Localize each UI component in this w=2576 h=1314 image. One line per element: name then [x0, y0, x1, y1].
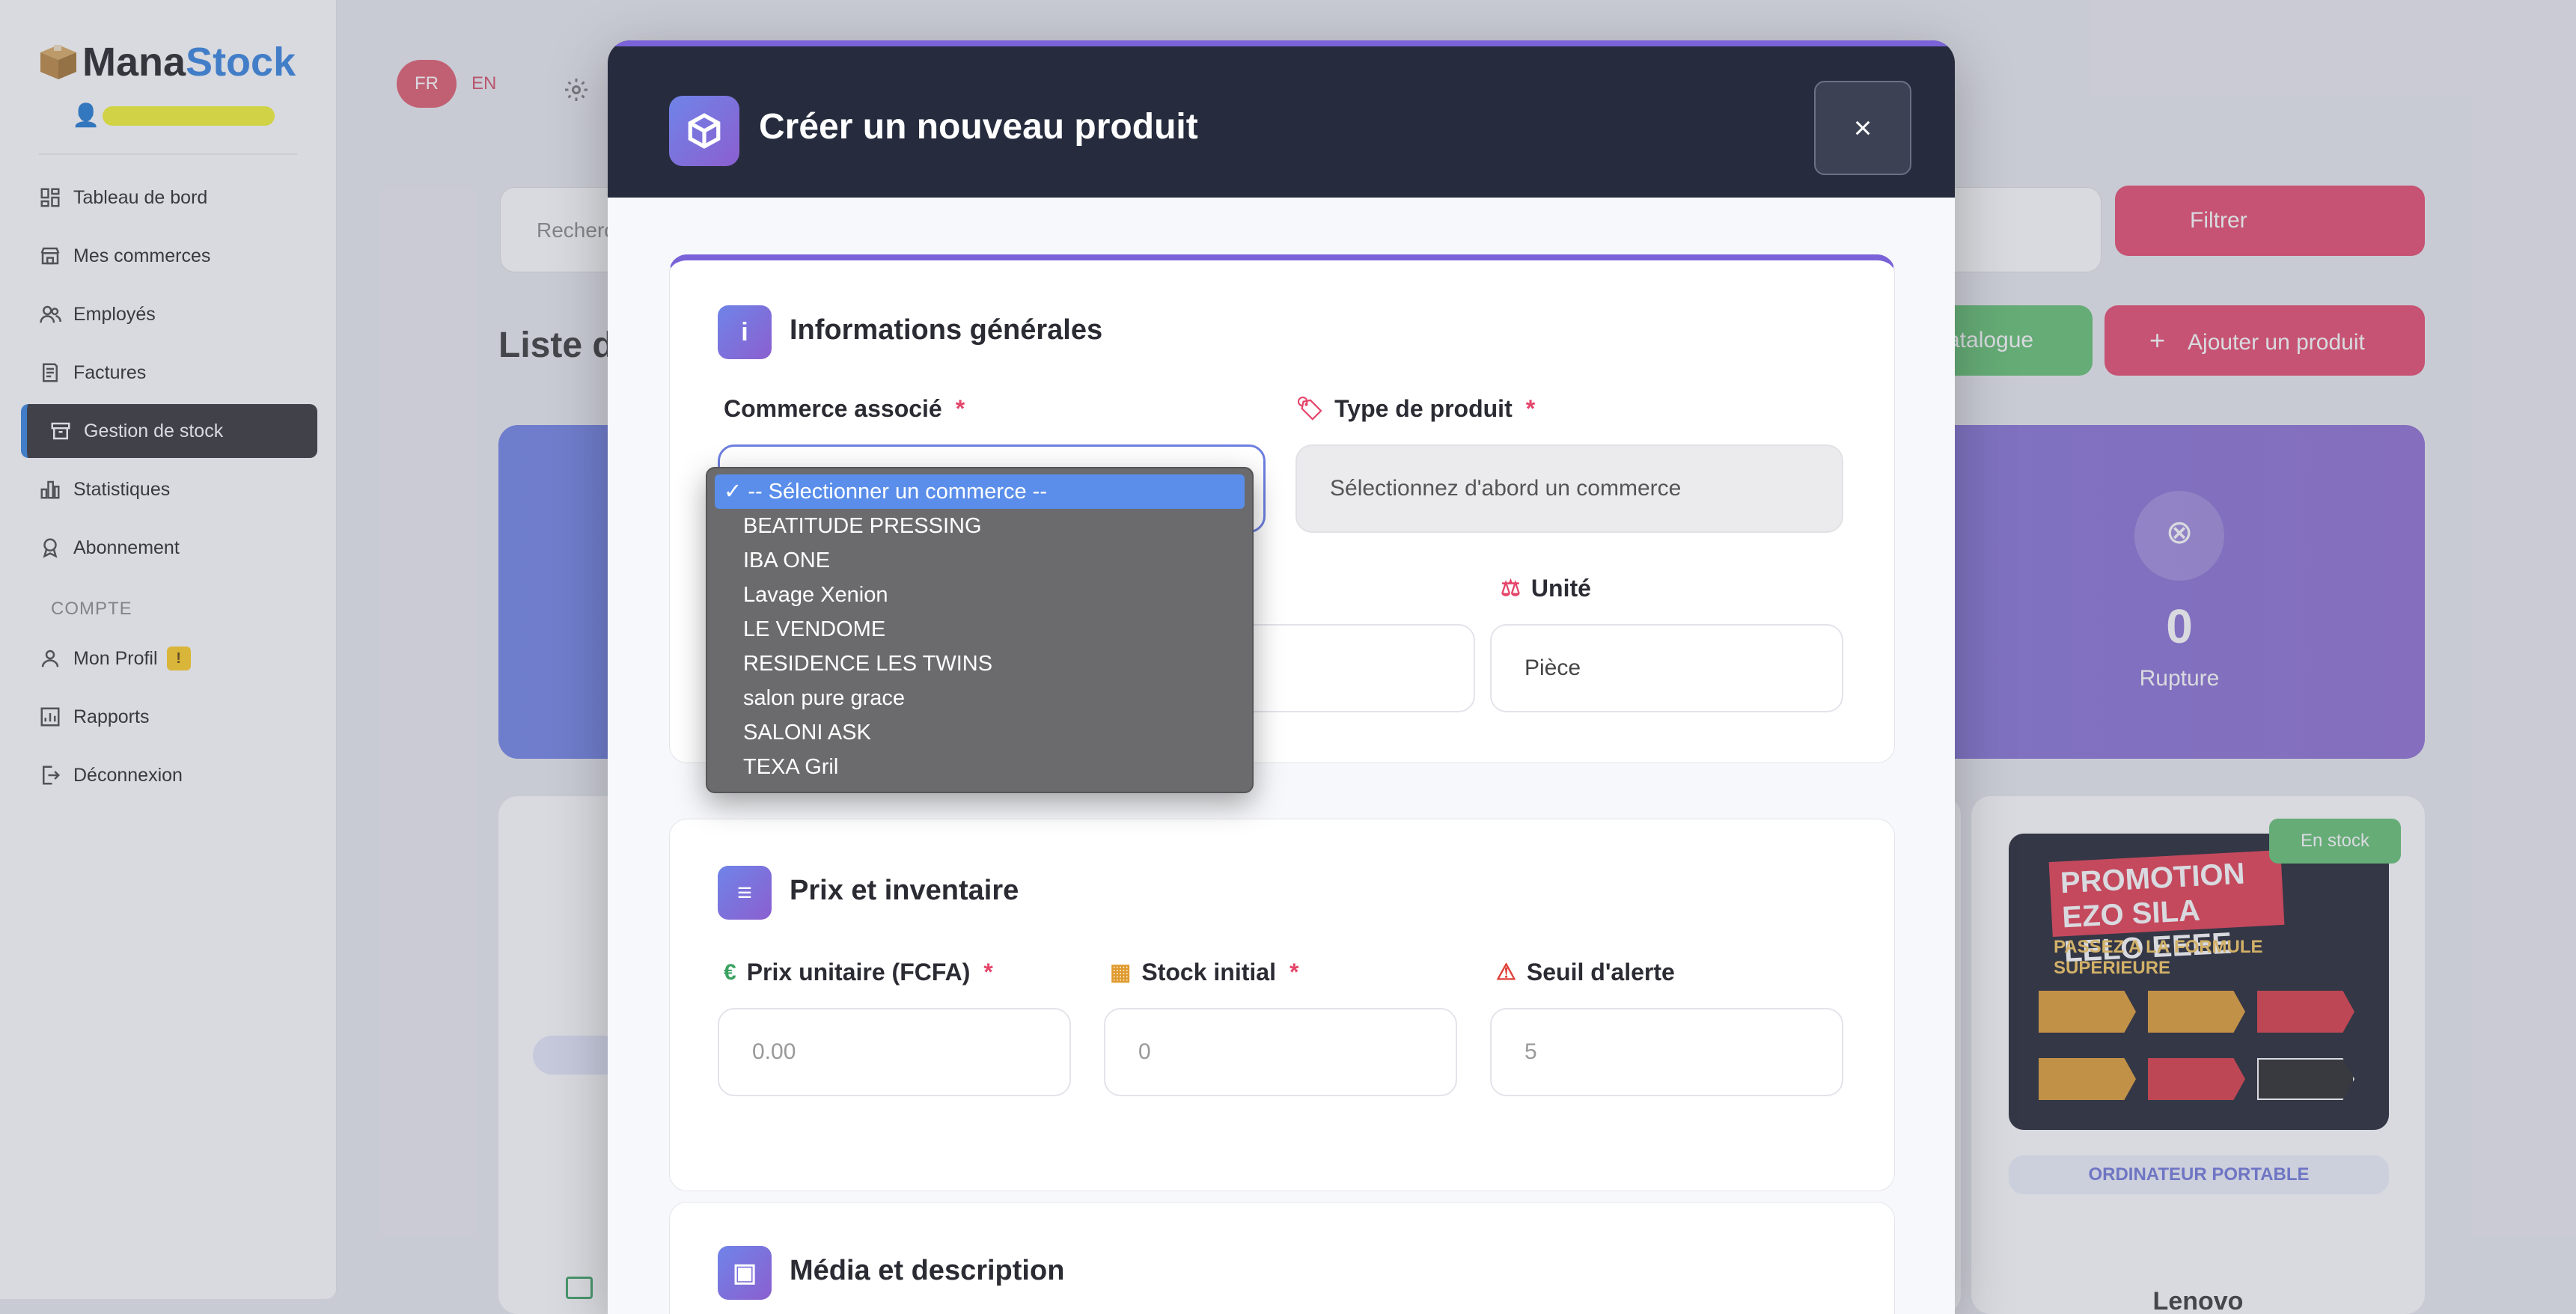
media-description-section: ▣ Média et description	[669, 1202, 1895, 1314]
modal-title: Créer un nouveau produit	[759, 107, 1198, 147]
dropdown-option[interactable]: TEXA Gril	[715, 750, 1245, 784]
dropdown-option[interactable]: Lavage Xenion	[715, 578, 1245, 612]
commerce-dropdown-list: ✓ -- Sélectionner un commerce -- BEATITUD…	[706, 467, 1254, 793]
image-icon: ▣	[718, 1246, 772, 1300]
dropdown-option[interactable]: LE VENDOME	[715, 612, 1245, 647]
dropdown-option[interactable]: salon pure grace	[715, 681, 1245, 715]
dropdown-option[interactable]: BEATITUDE PRESSING	[715, 509, 1245, 543]
product-type-select[interactable]: Sélectionnez d'abord un commerce	[1295, 444, 1843, 533]
product-type-label: 🏷 Type de produit *	[1295, 395, 1536, 422]
alert-threshold-label: ⚠ Seuil d'alerte	[1496, 959, 1675, 986]
euro-icon: €	[724, 959, 736, 985]
dropdown-option[interactable]: IBA ONE	[715, 543, 1245, 578]
tag-icon: 🏷	[1295, 397, 1325, 421]
checkmark-icon: ✓	[724, 480, 742, 504]
commerce-label: Commerce associé *	[724, 395, 965, 422]
dropdown-option[interactable]: SALONI ASK	[715, 715, 1245, 750]
section-title: Média et description	[790, 1255, 1065, 1286]
warning-icon: ⚠	[1496, 960, 1516, 985]
modal-header: Créer un nouveau produit ×	[608, 40, 1955, 198]
initial-stock-input[interactable]: 0	[1104, 1008, 1457, 1096]
alert-threshold-input[interactable]: 5	[1490, 1008, 1843, 1096]
dropdown-option[interactable]: ✓ -- Sélectionner un commerce --	[715, 474, 1245, 509]
unit-input[interactable]: Pièce	[1490, 624, 1843, 712]
cube-icon	[669, 96, 739, 166]
close-button[interactable]: ×	[1814, 81, 1911, 175]
section-title: Prix et inventaire	[790, 875, 1019, 906]
price-label: € Prix unitaire (FCFA) *	[724, 959, 993, 986]
stock-label: ▦ Stock initial *	[1110, 959, 1299, 986]
section-title: Informations générales	[790, 314, 1103, 346]
price-input[interactable]: 0.00	[718, 1008, 1071, 1096]
price-inventory-section: ≡ Prix et inventaire € Prix unitaire (FCF…	[669, 819, 1895, 1191]
scale-icon: ⚖	[1501, 576, 1521, 601]
info-icon: i	[718, 305, 772, 359]
boxes-icon: ▦	[1110, 960, 1132, 985]
coins-icon: ≡	[718, 866, 772, 920]
dropdown-option[interactable]: RESIDENCE LES TWINS	[715, 647, 1245, 681]
unit-label: ⚖ Unité	[1501, 575, 1591, 602]
